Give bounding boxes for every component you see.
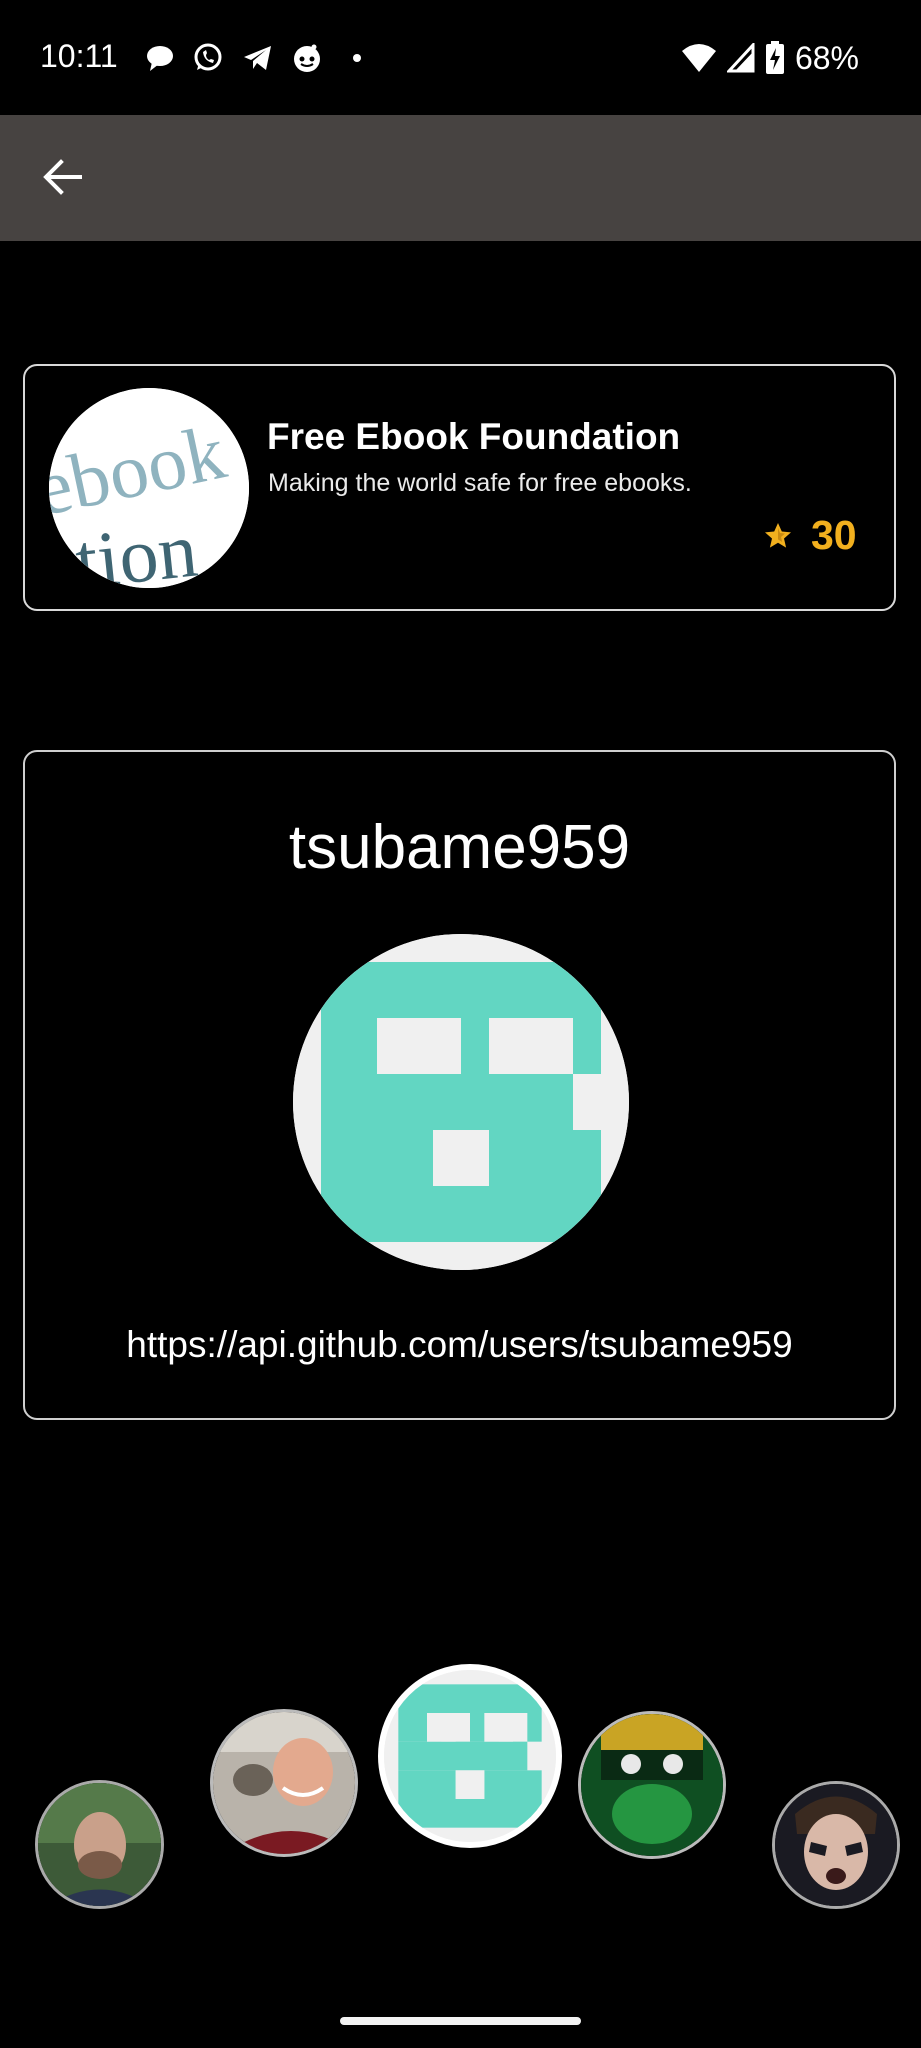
carousel-item-smiling-man[interactable] xyxy=(210,1709,358,1857)
face-paint-avatar xyxy=(775,1784,897,1906)
bearded-man-avatar xyxy=(38,1783,161,1906)
star-count: 30 xyxy=(811,512,857,558)
arrow-left-icon xyxy=(43,159,82,195)
home-indicator[interactable] xyxy=(340,2017,581,2025)
status-time: 10:11 xyxy=(40,38,118,74)
whatsapp-icon xyxy=(194,43,222,71)
carousel-item-green-ninja[interactable] xyxy=(578,1711,726,1859)
star-icon xyxy=(765,523,791,548)
smiling-man-avatar xyxy=(213,1712,355,1854)
battery-charging-icon xyxy=(765,41,784,74)
repository-card[interactable]: ebook ation Free Ebook Foundation Making… xyxy=(23,364,896,611)
user-url: https://api.github.com/users/tsubame959 xyxy=(126,1324,793,1365)
user-login: tsubame959 xyxy=(288,813,631,882)
repository-avatar: ebook ation xyxy=(49,388,249,588)
user-card[interactable]: tsubame959 https://api.github.com/users/… xyxy=(23,750,896,1420)
wifi-icon xyxy=(681,44,716,72)
reddit-icon xyxy=(294,44,320,72)
back-button[interactable] xyxy=(36,150,90,204)
more-dot-icon xyxy=(353,54,361,62)
carousel-item-face-paint[interactable] xyxy=(772,1781,900,1909)
identicon-avatar xyxy=(293,934,629,1270)
signal-icon xyxy=(726,43,755,73)
teal-identicon-avatar xyxy=(384,1670,556,1842)
chat-bubble-icon xyxy=(147,46,173,71)
status-bar: 10:11 68% xyxy=(0,0,921,115)
screen: 10:11 68% ebook ation Free Ebook Foundat… xyxy=(0,0,921,2048)
green-ninja-avatar xyxy=(581,1714,723,1856)
battery-percentage: 68% xyxy=(794,39,859,76)
user-avatar xyxy=(293,934,629,1270)
carousel-item-selected-identicon[interactable] xyxy=(378,1664,562,1848)
repository-name: Free Ebook Foundation xyxy=(267,416,681,457)
app-bar xyxy=(0,115,921,241)
status-right: 68% xyxy=(681,38,859,78)
ebook-foundation-logo: ebook ation xyxy=(49,388,249,588)
svg-text:ation: ation xyxy=(49,506,201,588)
telegram-icon xyxy=(244,46,271,70)
repository-description: Making the world safe for free ebooks. xyxy=(268,469,692,497)
carousel-item-bearded-man[interactable] xyxy=(35,1780,164,1909)
